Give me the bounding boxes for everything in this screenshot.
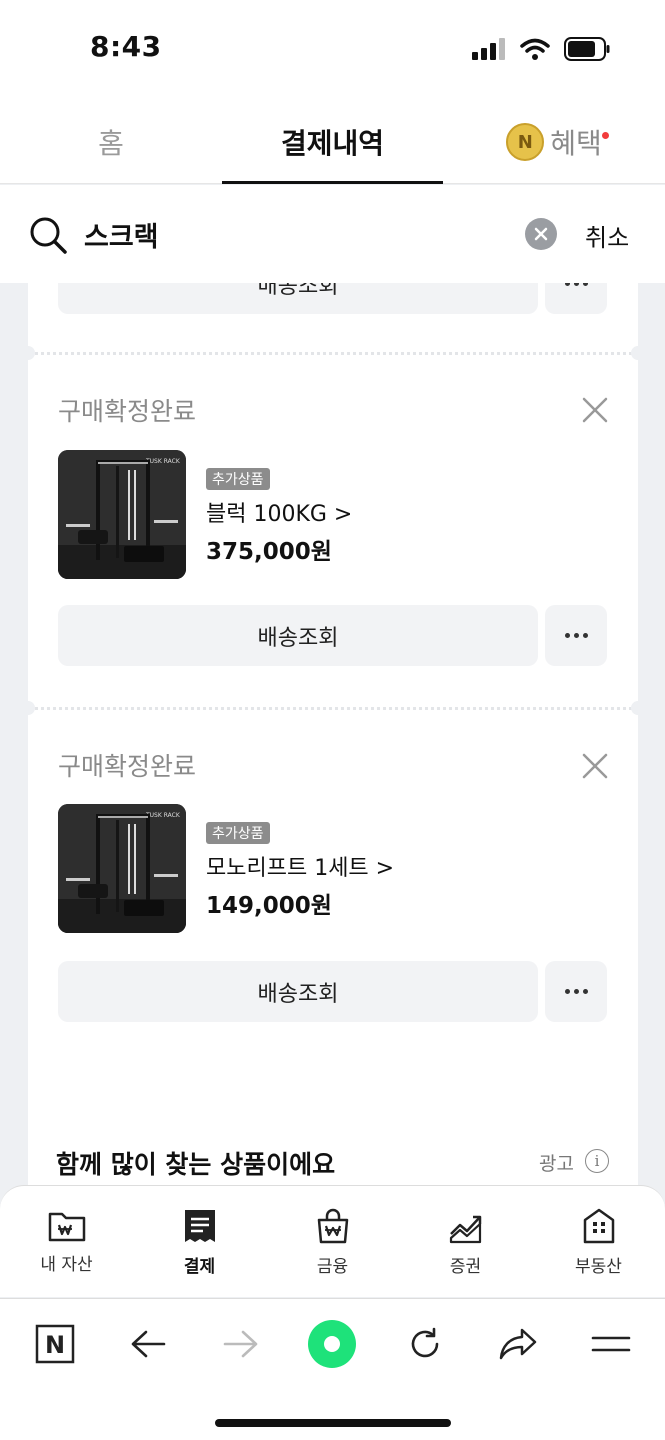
nav-my-assets-label: 내 자산 [40, 1255, 93, 1275]
product-price: 375,000원 [206, 539, 332, 565]
order-status: 구매확정완료 [58, 397, 197, 426]
wifi-icon [520, 38, 550, 60]
product-name-link[interactable]: 모노리프트 1세트 > [206, 850, 394, 882]
wallet-won-icon [48, 1212, 85, 1242]
menu-icon [591, 1336, 631, 1352]
power-rack-image: TUSK RACK [58, 450, 186, 579]
chart-trend-icon [449, 1215, 481, 1244]
forward-button[interactable] [216, 1319, 266, 1369]
bottom-nav: 내 자산 결제 금융 증권 부동산 [0, 1185, 665, 1297]
browser-toolbar: N [0, 1298, 665, 1440]
search-bar: 스크랙 취소 [0, 185, 665, 283]
green-dot-button[interactable] [307, 1319, 357, 1369]
divider [28, 707, 638, 710]
tab-benefit-label: 혜택 [550, 127, 602, 160]
nav-real-estate[interactable]: 부동산 [532, 1208, 665, 1277]
cancel-button[interactable]: 취소 [585, 218, 629, 253]
product-name-link[interactable]: 블럭 100KG > [206, 496, 352, 528]
search-icon[interactable] [28, 215, 68, 255]
back-arrow-icon [131, 1330, 166, 1358]
search-input[interactable]: 스크랙 [84, 215, 159, 254]
nav-finance-label: 금융 [316, 1257, 349, 1277]
product-thumbnail[interactable]: TUSK RACK [58, 804, 186, 933]
nav-finance[interactable]: 금융 [266, 1208, 399, 1277]
divider-notch [631, 346, 645, 360]
recommendation-card: 함께 많이 찾는 상품이에요 광고 i [28, 1107, 638, 1185]
status-time: 8:43 [90, 30, 162, 63]
close-icon[interactable] [581, 752, 609, 780]
naver-coin-icon: N [506, 123, 545, 161]
forward-arrow-icon [223, 1330, 258, 1358]
more-options-button[interactable] [545, 283, 607, 314]
track-delivery-button[interactable]: 배송조회 [58, 605, 538, 666]
naver-home-button[interactable]: N [30, 1319, 80, 1369]
tab-home[interactable]: 홈 [0, 100, 222, 184]
naver-logo-letter: N [45, 1331, 65, 1359]
naver-logo-icon: N [35, 1324, 75, 1364]
status-icons [472, 37, 610, 61]
svg-text:TUSK RACK: TUSK RACK [145, 458, 181, 465]
tab-payment-history[interactable]: 결제내역 [222, 100, 443, 184]
more-dots-icon [564, 633, 588, 638]
back-button[interactable] [123, 1319, 173, 1369]
track-delivery-label: 배송조회 [257, 625, 339, 651]
building-icon [583, 1208, 614, 1244]
add-on-badge: 추가상품 [206, 468, 270, 490]
more-options-button[interactable] [545, 961, 607, 1022]
tab-benefit[interactable]: N 혜택 [443, 100, 665, 184]
status-bar: 8:43 [0, 0, 665, 100]
divider-notch [21, 701, 35, 715]
nav-stocks-label: 증권 [449, 1257, 482, 1277]
track-delivery-button[interactable]: 배송조회 [58, 283, 538, 314]
recommendation-title: 함께 많이 찾는 상품이에요 [56, 1150, 336, 1179]
track-delivery-label: 배송조회 [257, 283, 339, 299]
refresh-button[interactable] [400, 1319, 450, 1369]
order-status: 구매확정완료 [58, 752, 197, 781]
share-button[interactable] [493, 1319, 543, 1369]
green-dot-icon [308, 1320, 356, 1368]
divider [28, 352, 638, 355]
nav-payment-label: 결제 [183, 1257, 216, 1277]
power-rack-image: TUSK RACK [58, 804, 186, 933]
nav-real-estate-label: 부동산 [575, 1257, 622, 1277]
tab-payment-history-label: 결제내역 [280, 127, 385, 160]
product-thumbnail[interactable]: TUSK RACK [58, 450, 186, 579]
order-list[interactable]: 배송조회 구매확정완료 TUSK RACK 추가상품 블럭 100KG > 37… [0, 283, 665, 1185]
notification-dot [602, 132, 609, 139]
divider-notch [21, 346, 35, 360]
share-icon [499, 1328, 537, 1360]
more-dots-icon [564, 283, 588, 286]
track-delivery-label: 배송조회 [257, 981, 339, 1007]
divider-notch [631, 701, 645, 715]
home-indicator [215, 1419, 451, 1427]
track-delivery-button[interactable]: 배송조회 [58, 961, 538, 1022]
info-icon[interactable]: i [585, 1149, 609, 1173]
add-on-badge: 추가상품 [206, 822, 270, 844]
signal-icon [472, 38, 505, 60]
tab-home-label: 홈 [98, 127, 124, 160]
nav-my-assets[interactable]: 내 자산 [0, 1208, 133, 1275]
nav-payment[interactable]: 결제 [133, 1208, 266, 1277]
clear-icon [534, 227, 548, 241]
top-tabs: 홈 결제내역 N 혜택 [0, 100, 665, 184]
receipt-icon [184, 1210, 215, 1242]
more-options-button[interactable] [545, 605, 607, 666]
more-dots-icon [564, 989, 588, 994]
battery-icon [564, 37, 610, 61]
refresh-icon [411, 1327, 439, 1358]
close-icon[interactable] [581, 396, 609, 424]
nav-stocks[interactable]: 증권 [399, 1208, 532, 1277]
product-price: 149,000원 [206, 893, 332, 919]
clear-search-button[interactable] [525, 218, 557, 250]
bag-won-icon [317, 1208, 348, 1244]
ad-label: 광고 [539, 1153, 574, 1175]
order-card-group: 배송조회 구매확정완료 TUSK RACK 추가상품 블럭 100KG > 37… [21, 283, 645, 1185]
svg-text:TUSK RACK: TUSK RACK [145, 812, 181, 819]
menu-button[interactable] [586, 1319, 636, 1369]
